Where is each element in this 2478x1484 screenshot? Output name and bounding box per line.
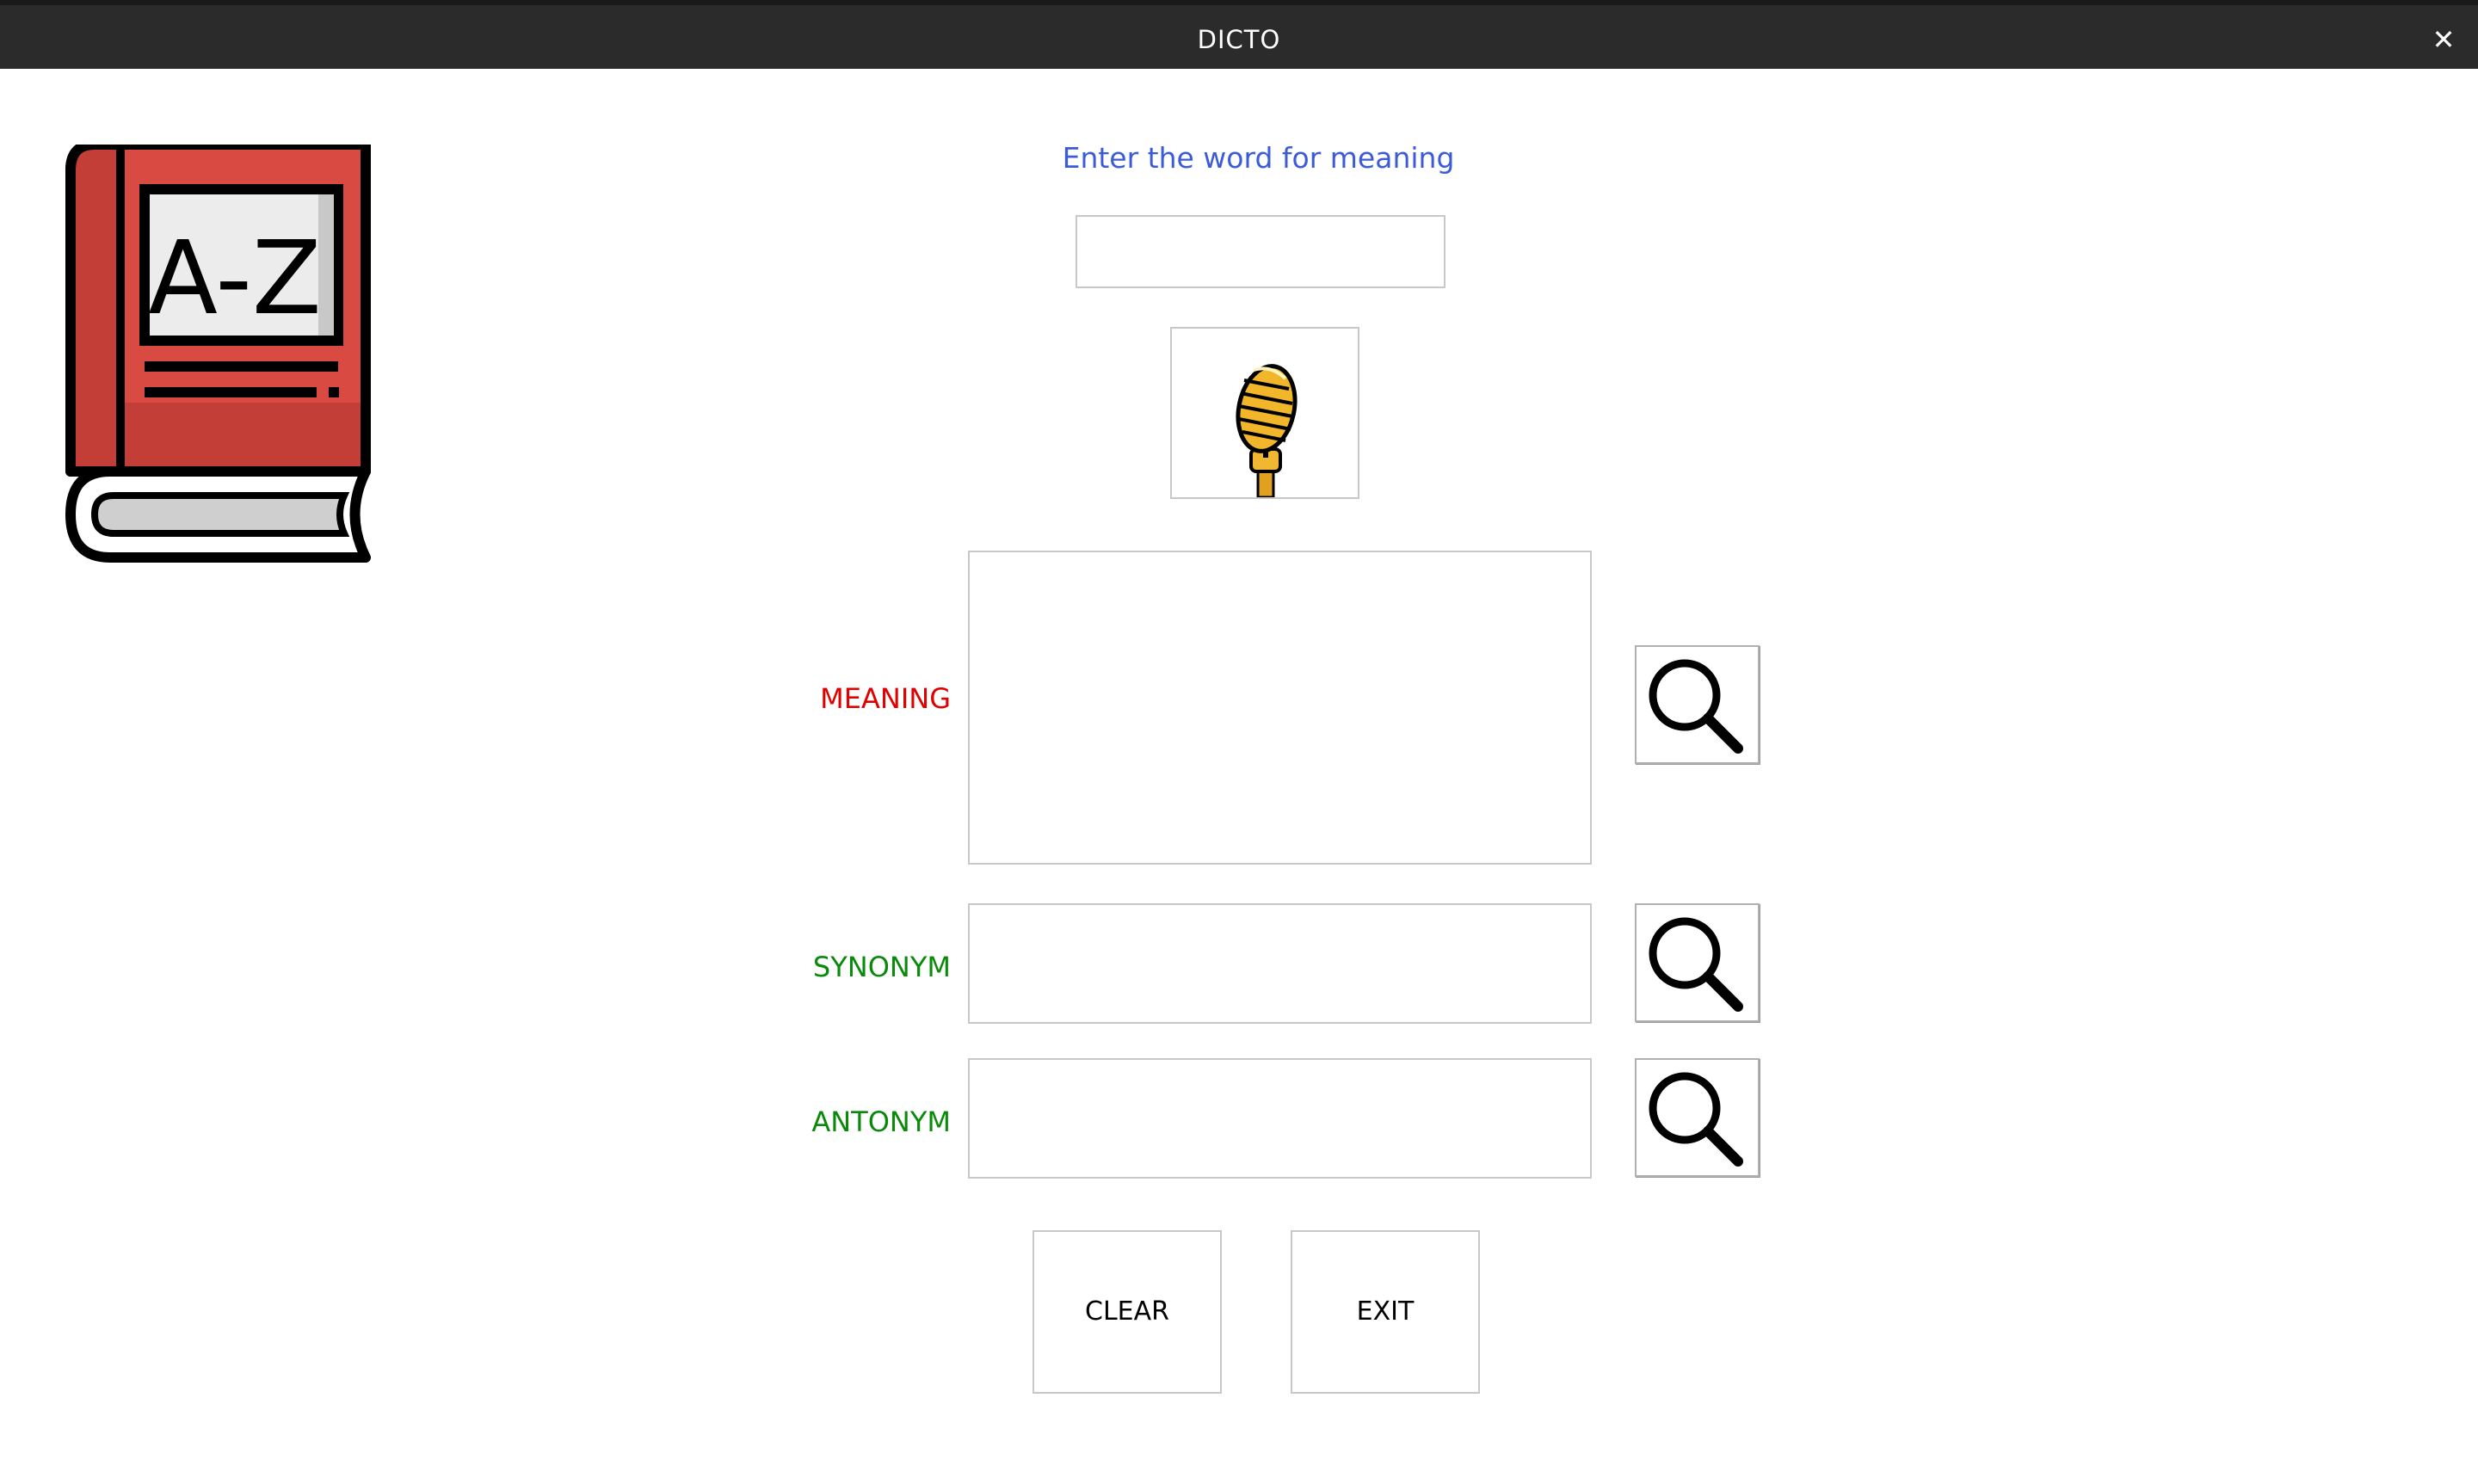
- clear-button[interactable]: CLEAR: [1032, 1230, 1222, 1394]
- synonym-search-button[interactable]: [1635, 903, 1760, 1022]
- synonym-output[interactable]: [968, 903, 1592, 1024]
- window-title: DICTO: [1197, 25, 1281, 54]
- logo-text: A-Z: [148, 219, 322, 337]
- search-icon: [1649, 917, 1743, 1012]
- word-input[interactable]: [1076, 215, 1446, 288]
- meaning-search-button[interactable]: [1635, 645, 1760, 764]
- antonym-output[interactable]: [968, 1058, 1592, 1179]
- voice-input-button[interactable]: [1170, 327, 1359, 499]
- close-icon: ✕: [2432, 23, 2456, 56]
- close-button[interactable]: ✕: [2426, 22, 2461, 57]
- search-icon: [1649, 1072, 1743, 1167]
- antonym-search-button[interactable]: [1635, 1058, 1760, 1177]
- prompt-label: Enter the word for meaning: [1062, 141, 1455, 175]
- exit-button[interactable]: EXIT: [1291, 1230, 1480, 1394]
- search-icon: [1649, 659, 1743, 754]
- dicto-window: DICTO ✕ A-Z Enter the word for meaning M…: [0, 0, 2478, 1484]
- antonym-label: ANTONYM: [811, 1105, 951, 1138]
- title-bar: DICTO ✕: [0, 0, 2478, 69]
- synonym-label: SYNONYM: [812, 951, 951, 983]
- meaning-output[interactable]: [968, 551, 1592, 865]
- microphone-icon: [1236, 364, 1298, 499]
- dictionary-book-icon: A-Z: [60, 139, 372, 563]
- meaning-label: MEANING: [820, 682, 951, 715]
